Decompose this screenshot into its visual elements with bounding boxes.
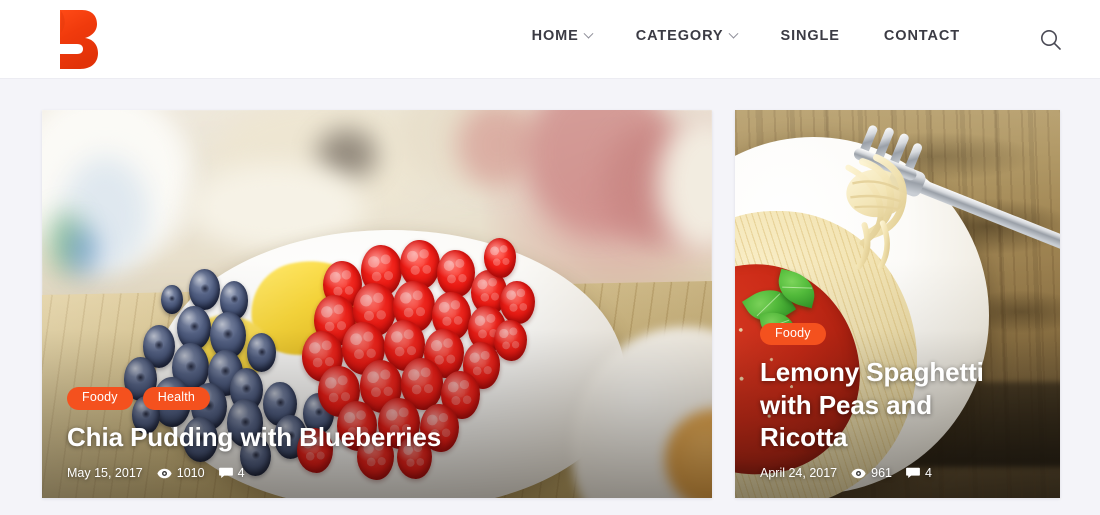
- view-count-value: 1010: [176, 466, 205, 480]
- comment-icon: [218, 467, 233, 478]
- nav-item-home[interactable]: HOME: [510, 28, 614, 44]
- nav-item-contact[interactable]: CONTACT: [862, 28, 982, 44]
- post-meta: April 24, 2017 961 4: [760, 466, 1038, 480]
- site-header: HOME CATEGORY SINGLE CONTACT: [0, 0, 1100, 79]
- badge-foody[interactable]: Foody: [67, 387, 133, 410]
- comment-count-value: 4: [925, 466, 932, 480]
- post-content: Foody Lemony Spaghetti with Peas and Ric…: [760, 322, 1038, 480]
- logo-b-icon: [60, 10, 98, 69]
- search-icon: [1041, 30, 1061, 50]
- chevron-down-icon: [583, 28, 594, 39]
- post-content: Foody Health Chia Pudding with Blueberri…: [67, 387, 690, 480]
- badge-health[interactable]: Health: [142, 387, 211, 410]
- post-card-lemony-spaghetti[interactable]: Foody Lemony Spaghetti with Peas and Ric…: [735, 110, 1060, 498]
- nav-item-category[interactable]: CATEGORY: [614, 28, 759, 44]
- main-navigation: HOME CATEGORY SINGLE CONTACT: [510, 28, 982, 44]
- category-badges: Foody Health: [67, 387, 690, 410]
- chevron-down-icon: [728, 28, 738, 39]
- post-grid: Foody Health Chia Pudding with Blueberri…: [0, 79, 1100, 498]
- category-badges: Foody: [760, 322, 1038, 346]
- nav-label: SINGLE: [780, 28, 840, 44]
- search-button[interactable]: [1038, 27, 1064, 53]
- post-title[interactable]: Chia Pudding with Blueberries: [67, 421, 690, 453]
- post-meta: May 15, 2017 1010 4: [67, 466, 690, 480]
- post-card-chia-pudding[interactable]: Foody Health Chia Pudding with Blueberri…: [42, 110, 712, 498]
- nav-label: HOME: [531, 28, 579, 44]
- nav-label: CATEGORY: [635, 28, 724, 44]
- post-title[interactable]: Lemony Spaghetti with Peas and Ricotta: [760, 356, 1022, 453]
- eye-icon: [157, 468, 172, 478]
- fork-graphic: [790, 118, 1060, 296]
- comment-count: 4: [218, 466, 245, 480]
- post-date: April 24, 2017: [760, 466, 838, 480]
- comment-icon: [906, 467, 920, 478]
- post-date: May 15, 2017: [67, 466, 143, 480]
- nav-label: CONTACT: [883, 28, 960, 44]
- comment-count-value: 4: [237, 466, 245, 480]
- view-count: 1010: [157, 466, 205, 480]
- nav-item-single[interactable]: SINGLE: [759, 28, 862, 44]
- eye-icon: [851, 468, 866, 478]
- view-count: 961: [851, 466, 892, 480]
- fork-icon: [845, 125, 1060, 270]
- site-logo[interactable]: [52, 8, 98, 70]
- comment-count: 4: [906, 466, 932, 480]
- badge-foody[interactable]: Foody: [760, 322, 826, 346]
- view-count-value: 961: [871, 466, 892, 480]
